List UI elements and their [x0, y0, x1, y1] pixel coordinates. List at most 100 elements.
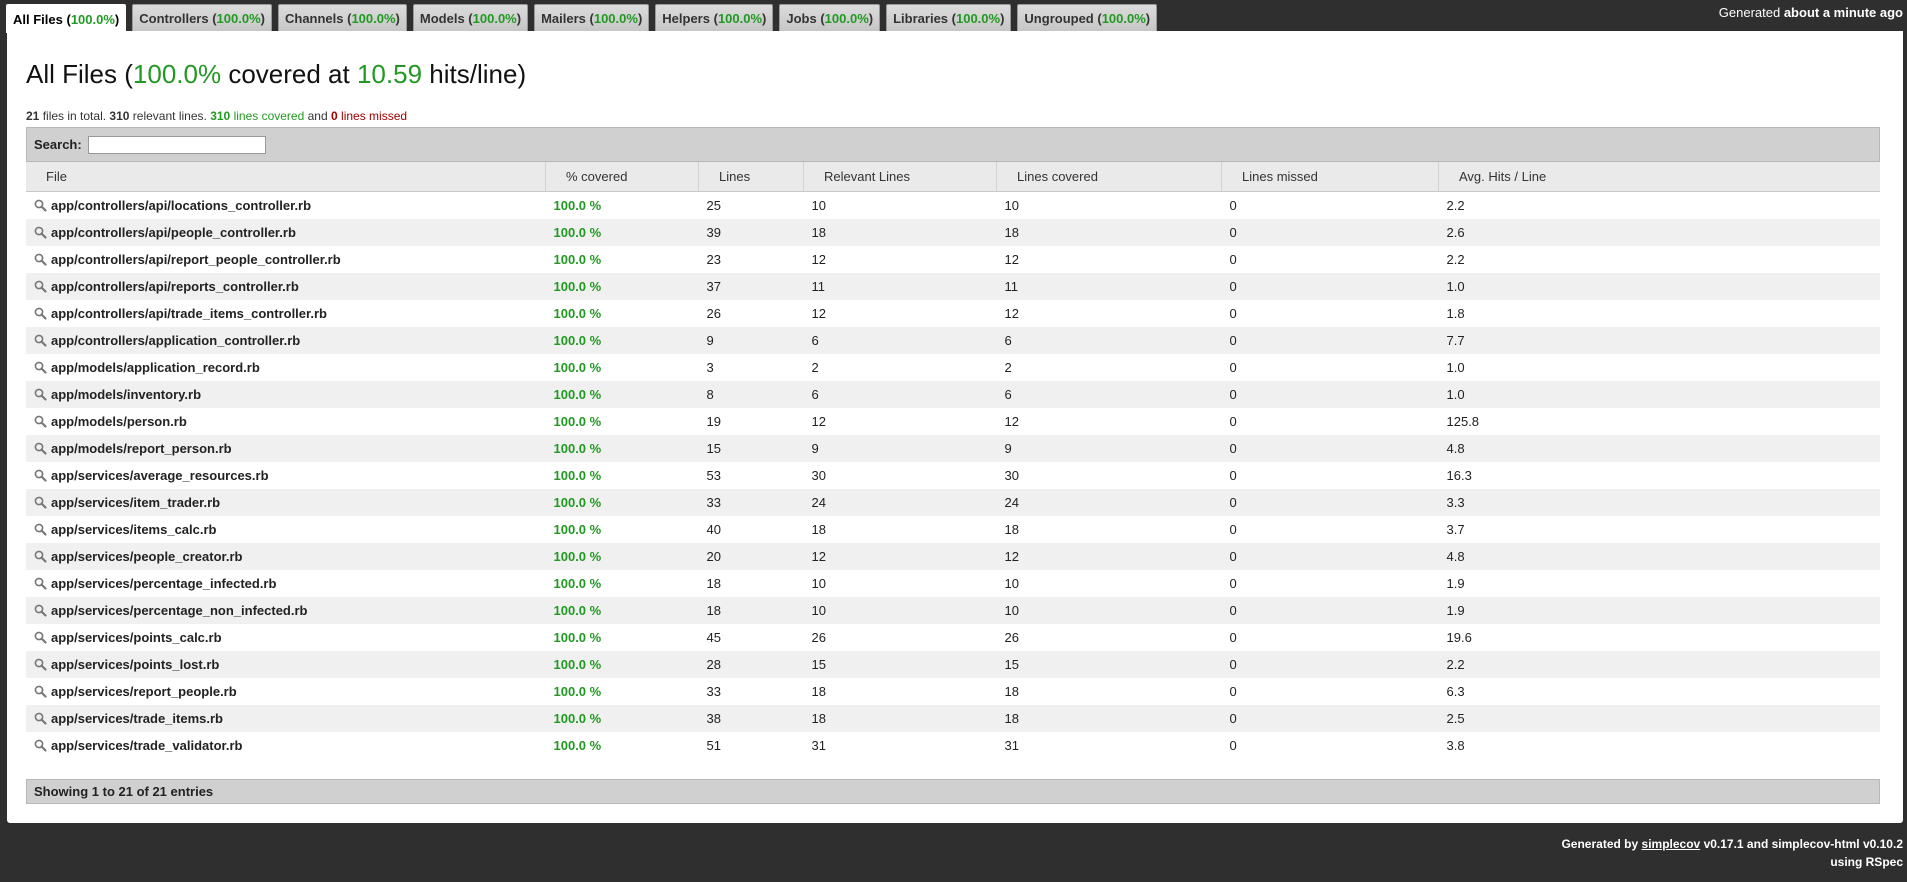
generated-timestamp: Generated about a minute ago: [1719, 5, 1903, 20]
file-link[interactable]: app/services/trade_validator.rb: [26, 732, 546, 759]
file-path: app/services/percentage_infected.rb: [51, 576, 277, 591]
coverage-summary: 21 files in total. 310 relevant lines. 3…: [26, 109, 407, 123]
table-row: app/services/report_people.rb 100.0 % 33 18…: [26, 678, 1880, 705]
file-link[interactable]: app/services/percentage_non_infected.rb: [26, 597, 546, 624]
cell-lines-missed: 0: [1221, 191, 1439, 219]
file-link[interactable]: app/services/report_people.rb: [26, 678, 546, 705]
file-link[interactable]: app/controllers/api/locations_controller…: [26, 191, 546, 219]
title-hits: 10.59: [356, 59, 423, 89]
tab-label: Libraries: [893, 10, 949, 26]
file-link[interactable]: app/controllers/application_controller.r…: [26, 327, 546, 354]
file-link[interactable]: app/models/inventory.rb: [26, 381, 546, 408]
file-link[interactable]: app/models/application_record.rb: [26, 354, 546, 381]
file-link[interactable]: app/services/people_creator.rb: [26, 543, 546, 570]
file-link[interactable]: app/models/person.rb: [26, 408, 546, 435]
cell-relevant-lines: 18: [803, 678, 997, 705]
tab-models[interactable]: Models (100.0%): [412, 4, 529, 31]
file-link[interactable]: app/controllers/api/people_controller.rb: [26, 219, 546, 246]
search-input[interactable]: [87, 135, 266, 154]
tab-channels[interactable]: Channels (100.0%): [277, 4, 407, 31]
search-bar: Search:: [26, 127, 1880, 162]
cell-relevant-lines: 24: [803, 489, 997, 516]
file-link[interactable]: app/services/points_calc.rb: [26, 624, 546, 651]
cell-lines: 45: [698, 624, 804, 651]
cell-covered-percent: 100.0 %: [545, 381, 699, 408]
title-group-name: All Files: [26, 59, 118, 89]
file-link[interactable]: app/services/points_lost.rb: [26, 651, 546, 678]
title-coverage-pct: 100.0%: [132, 59, 222, 89]
header-lines-missed[interactable]: Lines missed: [1221, 162, 1439, 192]
cell-lines-missed: 0: [1221, 408, 1439, 435]
cell-relevant-lines: 6: [803, 381, 997, 408]
cell-lines-missed: 0: [1221, 624, 1439, 651]
file-path: app/controllers/api/trade_items_controll…: [51, 306, 327, 321]
magnifier-icon: [34, 712, 47, 725]
magnifier-icon: [34, 361, 47, 374]
cell-lines-covered: 10: [996, 597, 1222, 624]
cell-lines: 25: [698, 191, 804, 219]
file-link[interactable]: app/services/item_trader.rb: [26, 489, 546, 516]
cell-lines-missed: 0: [1221, 435, 1439, 462]
header-covered[interactable]: % covered: [545, 162, 699, 192]
magnifier-icon: [34, 253, 47, 266]
table-row: app/services/percentage_non_infected.rb 1…: [26, 597, 1880, 624]
table-row: app/controllers/api/people_controller.rb…: [26, 219, 1880, 246]
tab-ungrouped[interactable]: Ungrouped (100.0%): [1017, 4, 1158, 31]
tab-all-files[interactable]: All Files (100.0%): [6, 4, 127, 33]
cell-lines-covered: 11: [996, 273, 1222, 300]
header-lines-covered[interactable]: Lines covered: [996, 162, 1222, 192]
file-path: app/services/trade_items.rb: [51, 711, 223, 726]
file-path: app/controllers/api/reports_controller.r…: [51, 279, 299, 294]
cell-covered-percent: 100.0 %: [545, 516, 699, 543]
tab-jobs[interactable]: Jobs (100.0%): [779, 4, 881, 31]
cell-avg-hits: 1.8: [1438, 300, 1880, 327]
file-link[interactable]: app/services/items_calc.rb: [26, 516, 546, 543]
cell-relevant-lines: 12: [803, 246, 997, 273]
pagination-info: Showing 1 to 21 of 21 entries: [26, 779, 1880, 804]
tab-mailers[interactable]: Mailers (100.0%): [534, 4, 650, 31]
tab-libraries[interactable]: Libraries (100.0%): [886, 4, 1012, 31]
magnifier-icon: [34, 604, 47, 617]
simplecov-link[interactable]: simplecov: [1642, 837, 1701, 851]
tab-label: Jobs: [786, 10, 817, 26]
header-file[interactable]: File: [26, 162, 546, 192]
magnifier-icon: [34, 199, 47, 212]
magnifier-icon: [34, 523, 47, 536]
cell-lines-covered: 18: [996, 678, 1222, 705]
file-link[interactable]: app/services/trade_items.rb: [26, 705, 546, 732]
file-link[interactable]: app/controllers/api/reports_controller.r…: [26, 273, 546, 300]
file-link[interactable]: app/controllers/api/trade_items_controll…: [26, 300, 546, 327]
cell-relevant-lines: 18: [803, 516, 997, 543]
table-row: app/services/average_resources.rb 100.0 %…: [26, 462, 1880, 489]
pagination-text: Showing 1 to 21 of 21 entries: [34, 784, 214, 799]
table-header-row: File % covered Lines Relevant Lines Line…: [26, 162, 1880, 192]
file-link[interactable]: app/services/percentage_infected.rb: [26, 570, 546, 597]
magnifier-icon: [34, 442, 47, 455]
tab-coverage-pct: 100.0%: [955, 10, 1001, 26]
cell-lines-missed: 0: [1221, 462, 1439, 489]
tab-label: Models: [419, 10, 465, 26]
header-lines[interactable]: Lines: [698, 162, 804, 192]
cell-covered-percent: 100.0 %: [545, 678, 699, 705]
file-link[interactable]: app/services/average_resources.rb: [26, 462, 546, 489]
table-row: app/controllers/api/trade_items_controll…: [26, 300, 1880, 327]
tab-controllers[interactable]: Controllers (100.0%): [132, 4, 272, 31]
tab-helpers[interactable]: Helpers (100.0%): [655, 4, 774, 31]
table-row: app/services/points_lost.rb 100.0 % 28 15 15…: [26, 651, 1880, 678]
header-avg-hits[interactable]: Avg. Hits / Line: [1438, 162, 1880, 192]
cell-lines: 20: [698, 543, 804, 570]
magnifier-icon: [34, 334, 47, 347]
header-relevant-lines[interactable]: Relevant Lines: [803, 162, 997, 192]
cell-lines-missed: 0: [1221, 678, 1439, 705]
footer-versions: v0.17.1 and simplecov-html v0.10.2: [1703, 837, 1903, 851]
summary-missed-count: 0: [331, 109, 338, 123]
file-path: app/services/points_lost.rb: [51, 657, 220, 672]
tab-label: All Files: [13, 11, 63, 27]
cell-avg-hits: 1.0: [1438, 273, 1880, 300]
file-link[interactable]: app/models/report_person.rb: [26, 435, 546, 462]
cell-covered-percent: 100.0 %: [545, 543, 699, 570]
summary-missed-text: lines missed: [341, 109, 408, 123]
magnifier-icon: [34, 658, 47, 671]
summary-relevant-count: 310: [109, 109, 130, 123]
file-link[interactable]: app/controllers/api/report_people_contro…: [26, 246, 546, 273]
